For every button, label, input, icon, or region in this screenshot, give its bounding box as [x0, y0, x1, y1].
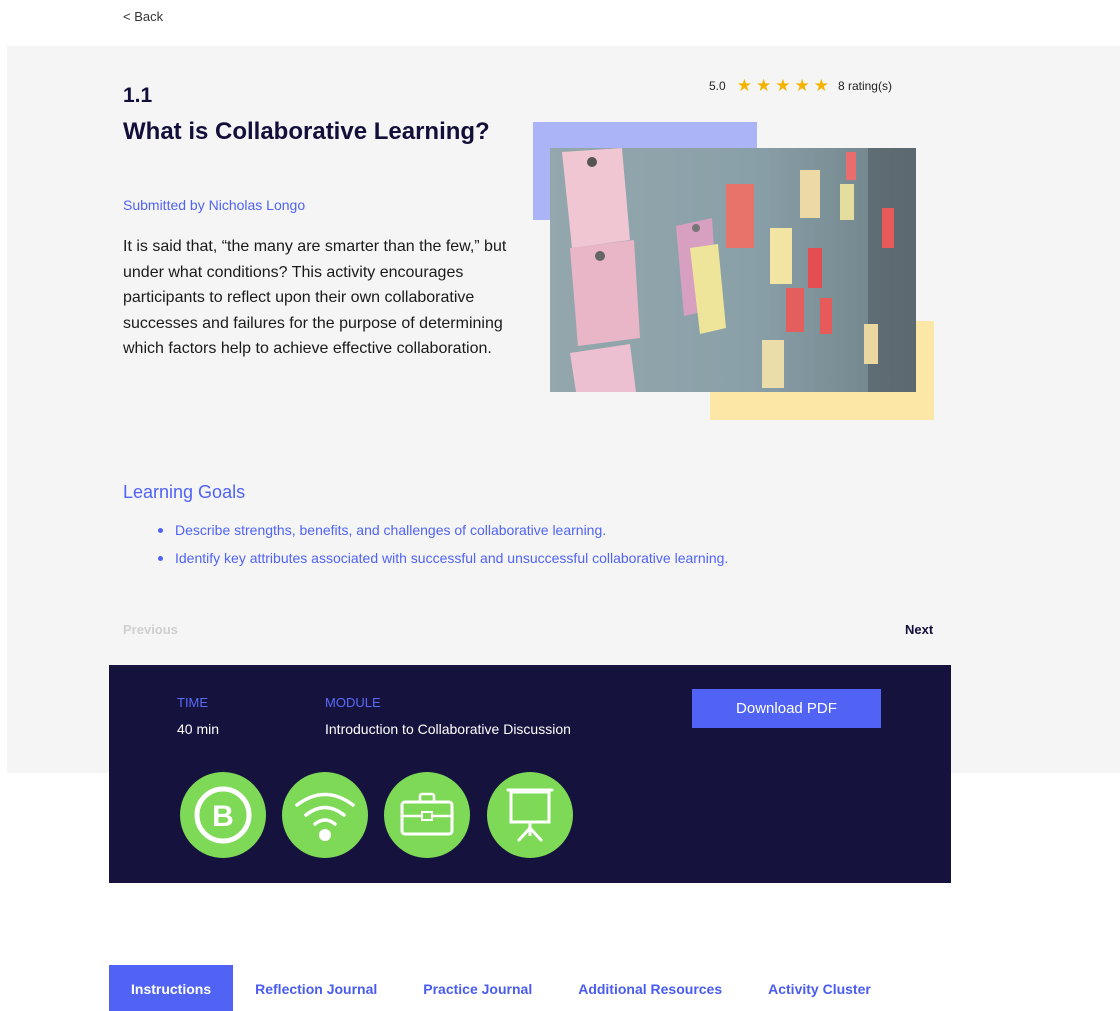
list-item: Describe strengths, benefits, and challe…: [158, 516, 728, 544]
briefcase-icon[interactable]: [384, 772, 470, 858]
activity-tabs: Instructions Reflection Journal Practice…: [109, 965, 871, 1011]
rating-count: 8 rating(s): [837, 78, 892, 93]
download-pdf-button[interactable]: Download PDF: [692, 689, 881, 728]
star-icon[interactable]: ★: [794, 77, 809, 94]
star-icon[interactable]: ★: [814, 77, 829, 94]
back-link[interactable]: < Back: [123, 9, 163, 24]
tab-activity-cluster[interactable]: Activity Cluster: [768, 965, 871, 1011]
svg-text:B: B: [212, 800, 234, 833]
activity-details-panel: TIME 40 min MODULE Introduction to Colla…: [109, 665, 951, 883]
rating-summary: 5.0 ★ ★ ★ ★ ★ 8 rating(s): [709, 77, 892, 94]
tab-reflection-journal[interactable]: Reflection Journal: [255, 965, 377, 1011]
time-value: 40 min: [177, 721, 220, 737]
activity-description: It is said that, “the many are smarter t…: [123, 238, 507, 357]
module-value: Introduction to Collaborative Discussion: [325, 721, 571, 737]
activity-number: 1.1: [123, 84, 153, 107]
next-link[interactable]: Next: [905, 622, 933, 637]
b-letter-icon[interactable]: B: [180, 772, 266, 858]
submitted-by: Submitted by Nicholas Longo: [123, 197, 306, 213]
time-label: TIME: [177, 695, 209, 710]
star-icon[interactable]: ★: [775, 77, 790, 94]
star-icon[interactable]: ★: [756, 77, 771, 94]
list-item: Identify key attributes associated with …: [158, 544, 728, 572]
tab-instructions[interactable]: Instructions: [109, 965, 234, 1011]
learning-goals-list: Describe strengths, benefits, and challe…: [158, 516, 728, 572]
rating-score: 5.0: [709, 78, 726, 93]
tab-additional-resources[interactable]: Additional Resources: [578, 965, 722, 1011]
star-icon[interactable]: ★: [737, 77, 752, 94]
sticky-notes-photo: [550, 148, 916, 392]
wifi-icon[interactable]: [282, 772, 368, 858]
page-title: What is Collaborative Learning?: [123, 118, 490, 145]
previous-link[interactable]: Previous: [123, 622, 178, 637]
learning-goals-heading: Learning Goals: [123, 482, 246, 502]
presentation-icon[interactable]: [487, 772, 573, 858]
tab-practice-journal[interactable]: Practice Journal: [423, 965, 532, 1011]
module-label: MODULE: [325, 695, 381, 710]
